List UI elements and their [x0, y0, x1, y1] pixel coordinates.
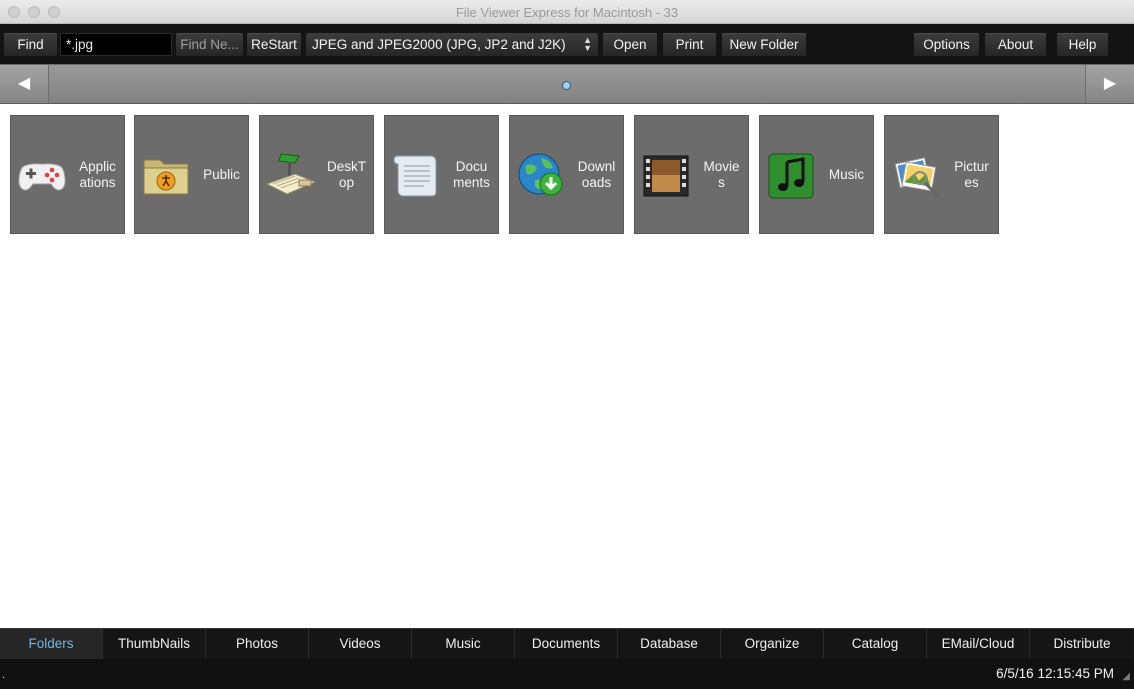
pictures-icon [894, 157, 940, 198]
folder-label: Docu ments [453, 158, 490, 190]
find-pattern-input[interactable] [60, 33, 172, 56]
tab-distribute[interactable]: Distribute [1030, 629, 1134, 659]
position-indicator-dot[interactable] [562, 81, 571, 90]
window-title: File Viewer Express for Macintosh - 33 [455, 5, 679, 20]
folder-grid: Applic ations Public DeskT op Docu ments… [0, 104, 1134, 628]
tab-documents[interactable]: Documents [515, 629, 618, 659]
public-folder-icon [143, 159, 189, 195]
folder-label: Pictur es [954, 158, 989, 190]
folder-label: Movie s [703, 158, 740, 190]
open-button[interactable]: Open [603, 33, 657, 56]
help-button[interactable]: Help [1057, 33, 1108, 56]
folder-label: Downl oads [577, 158, 616, 190]
globe-download-icon [518, 153, 563, 196]
tab-catalog[interactable]: Catalog [824, 629, 927, 659]
film-strip-icon [643, 155, 689, 197]
options-button[interactable]: Options [914, 33, 979, 56]
folder-tile-applications[interactable]: Applic ations [10, 115, 125, 234]
file-type-select[interactable]: JPEG and JPEG2000 (JPG, JP2 and J2K) ▲ ▼ [306, 33, 598, 56]
find-button[interactable]: Find [4, 33, 57, 56]
tab-database[interactable]: Database [618, 629, 721, 659]
tab-music[interactable]: Music [412, 629, 515, 659]
status-datetime: 6/5/16 12:15:45 PM [996, 666, 1114, 681]
scroll-document-icon [393, 155, 437, 197]
music-note-icon [768, 153, 814, 199]
resize-grip-icon[interactable]: ◢ [1122, 671, 1130, 682]
select-arrows-icon: ▲ ▼ [583, 35, 592, 53]
folder-tile-music[interactable]: Music [759, 115, 874, 234]
tab-email-cloud[interactable]: EMail/Cloud [927, 629, 1030, 659]
next-arrow-icon[interactable]: ▶ [1085, 65, 1134, 103]
desk-lamp-icon [265, 153, 317, 195]
tab-folders[interactable]: Folders [0, 629, 103, 659]
folder-tile-downloads[interactable]: Downl oads [509, 115, 624, 234]
folder-label: Music [828, 166, 865, 182]
folder-label: Applic ations [79, 158, 116, 190]
file-type-selected-value: JPEG and JPEG2000 (JPG, JP2 and J2K) [312, 37, 566, 52]
toolbar: Find Find Ne... ReStart JPEG and JPEG200… [0, 24, 1134, 64]
folder-label: DeskT op [326, 158, 366, 190]
app-window: File Viewer Express for Macintosh - 33 F… [0, 0, 1134, 689]
tab-photos[interactable]: Photos [206, 629, 309, 659]
folder-tile-public[interactable]: Public [134, 115, 249, 234]
gamepad-icon [18, 163, 66, 191]
bottom-tab-bar: Folders ThumbNails Photos Videos Music D… [0, 628, 1134, 659]
new-folder-button[interactable]: New Folder [722, 33, 806, 56]
status-left-mark: . [2, 669, 6, 681]
folder-tile-documents[interactable]: Docu ments [384, 115, 499, 234]
navigation-bar: ◀ ▶ [0, 64, 1134, 104]
folder-tile-pictures[interactable]: Pictur es [884, 115, 999, 234]
print-button[interactable]: Print [663, 33, 716, 56]
title-bar: File Viewer Express for Macintosh - 33 [0, 0, 1134, 24]
find-next-button[interactable]: Find Ne... [176, 33, 243, 56]
tab-videos[interactable]: Videos [309, 629, 412, 659]
folder-label: Public [203, 166, 240, 182]
previous-arrow-icon[interactable]: ◀ [0, 65, 49, 103]
folder-tile-desktop[interactable]: DeskT op [259, 115, 374, 234]
tab-organize[interactable]: Organize [721, 629, 824, 659]
about-button[interactable]: About [985, 33, 1046, 56]
restart-button[interactable]: ReStart [247, 33, 301, 56]
tab-thumbnails[interactable]: ThumbNails [103, 629, 206, 659]
status-bar: . 6/5/16 12:15:45 PM ◢ [0, 659, 1134, 689]
folder-tile-movies[interactable]: Movie s [634, 115, 749, 234]
